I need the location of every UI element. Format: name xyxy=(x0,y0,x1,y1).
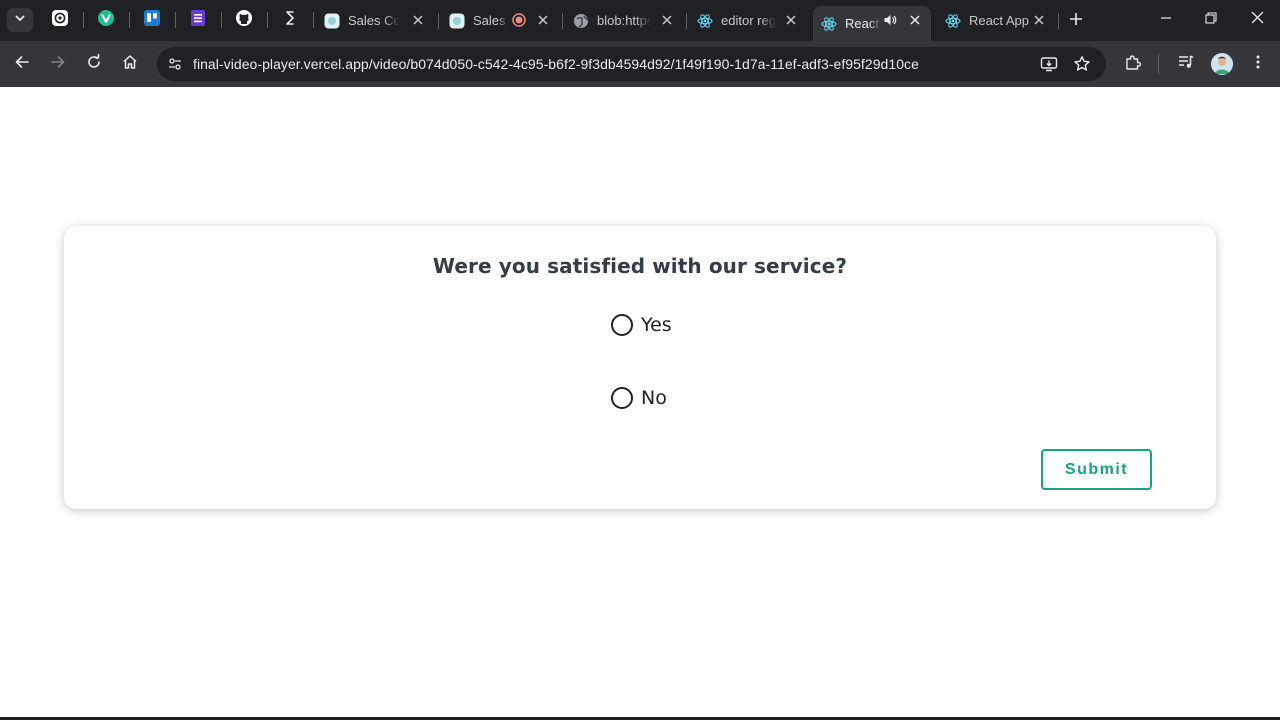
sales-app-icon xyxy=(324,13,340,29)
tab-editor[interactable]: editor reg xyxy=(689,6,807,35)
pinned-separator xyxy=(313,12,314,28)
tab-sales-coach[interactable]: Sales Coac xyxy=(316,6,434,35)
close-icon[interactable] xyxy=(1031,12,1047,28)
home-icon xyxy=(122,54,138,75)
reload-button[interactable] xyxy=(82,52,106,76)
site-info-icon[interactable] xyxy=(165,54,185,74)
openai-icon xyxy=(51,9,69,32)
pinned-tab-openai[interactable] xyxy=(49,9,71,31)
tab-search-button[interactable] xyxy=(7,8,33,32)
forms-icon xyxy=(189,9,207,32)
globe-icon xyxy=(573,13,589,29)
radio-yes[interactable] xyxy=(611,314,633,336)
restore-icon xyxy=(1205,11,1217,29)
tab-title: React App xyxy=(969,13,1029,28)
vuetify-icon xyxy=(97,9,115,32)
trello-icon xyxy=(143,9,161,32)
pinned-tab-bolt[interactable] xyxy=(279,9,301,31)
tab-sales[interactable]: Sales xyxy=(441,6,559,35)
chevron-down-icon xyxy=(14,11,26,29)
radio-no[interactable] xyxy=(611,387,633,409)
github-icon xyxy=(235,9,253,32)
sales-app-icon xyxy=(449,13,465,29)
bolt-icon xyxy=(281,9,299,32)
close-icon[interactable] xyxy=(659,12,675,28)
pinned-separator xyxy=(221,12,222,28)
tab-title: React xyxy=(845,16,879,31)
speaker-icon[interactable] xyxy=(883,13,897,27)
browser-toolbar: final-video-player.vercel.app/video/b074… xyxy=(0,41,1280,87)
new-tab-button[interactable] xyxy=(1066,11,1086,31)
tab-react-active[interactable]: React xyxy=(813,6,931,41)
pinned-tab-github[interactable] xyxy=(233,9,255,31)
browser-tab-strip: Sales Coac Sales blob:https: editor reg xyxy=(0,0,1280,41)
submit-button[interactable]: Submit xyxy=(1041,449,1152,490)
pinned-tab-trello[interactable] xyxy=(141,9,163,31)
tab-divider xyxy=(686,13,687,29)
pinned-separator xyxy=(175,12,176,28)
pinned-separator xyxy=(83,12,84,28)
page-content: Were you satisfied with our service? Yes… xyxy=(0,87,1280,720)
survey-card: Were you satisfied with our service? Yes… xyxy=(64,226,1216,509)
bookmark-star-icon[interactable] xyxy=(1072,54,1092,74)
tab-title: Sales xyxy=(473,13,506,28)
close-icon xyxy=(1251,11,1264,29)
arrow-right-icon xyxy=(50,54,66,75)
survey-question: Were you satisfied with our service? xyxy=(432,254,848,278)
minimize-button[interactable] xyxy=(1156,10,1176,30)
tab-divider xyxy=(1058,13,1059,29)
react-icon xyxy=(821,16,837,32)
tab-title: editor reg xyxy=(721,13,776,28)
tab-blob[interactable]: blob:https: xyxy=(565,6,683,35)
media-queue-icon xyxy=(1177,53,1195,76)
close-icon[interactable] xyxy=(783,12,799,28)
option-no[interactable]: No xyxy=(611,387,667,409)
tab-divider xyxy=(438,13,439,29)
option-yes[interactable]: Yes xyxy=(611,314,672,336)
react-icon xyxy=(697,13,713,29)
back-button[interactable] xyxy=(10,52,34,76)
tab-divider xyxy=(562,13,563,29)
option-no-label: No xyxy=(641,387,667,409)
arrow-left-icon xyxy=(14,54,30,75)
toolbar-separator xyxy=(1158,54,1159,74)
react-icon xyxy=(945,13,961,29)
close-icon[interactable] xyxy=(535,12,551,28)
plus-icon xyxy=(1069,12,1083,31)
media-control-button[interactable] xyxy=(1174,52,1198,76)
more-vert-icon xyxy=(1250,54,1266,75)
install-app-icon[interactable] xyxy=(1039,54,1059,74)
pinned-tab-vuetify[interactable] xyxy=(95,9,117,31)
tab-react-app[interactable]: React App xyxy=(937,6,1055,35)
puzzle-icon xyxy=(1124,53,1142,76)
close-icon[interactable] xyxy=(907,12,923,28)
extensions-button[interactable] xyxy=(1121,52,1145,76)
minimize-icon xyxy=(1160,11,1172,29)
window-close-button[interactable] xyxy=(1247,10,1267,30)
home-button[interactable] xyxy=(118,52,142,76)
reload-icon xyxy=(86,53,102,75)
forward-button[interactable] xyxy=(46,52,70,76)
pinned-tab-forms[interactable] xyxy=(187,9,209,31)
pinned-separator xyxy=(267,12,268,28)
profile-avatar[interactable] xyxy=(1211,53,1233,75)
pinned-separator xyxy=(129,12,130,28)
tab-title: blob:https: xyxy=(597,13,651,28)
tab-title: Sales Coac xyxy=(348,13,400,28)
recording-icon xyxy=(512,13,526,27)
url-text: final-video-player.vercel.app/video/b074… xyxy=(193,56,919,72)
address-bar[interactable]: final-video-player.vercel.app/video/b074… xyxy=(157,47,1106,81)
close-icon[interactable] xyxy=(410,12,426,28)
option-yes-label: Yes xyxy=(641,314,672,336)
restore-button[interactable] xyxy=(1201,10,1221,30)
browser-menu-button[interactable] xyxy=(1246,52,1270,76)
